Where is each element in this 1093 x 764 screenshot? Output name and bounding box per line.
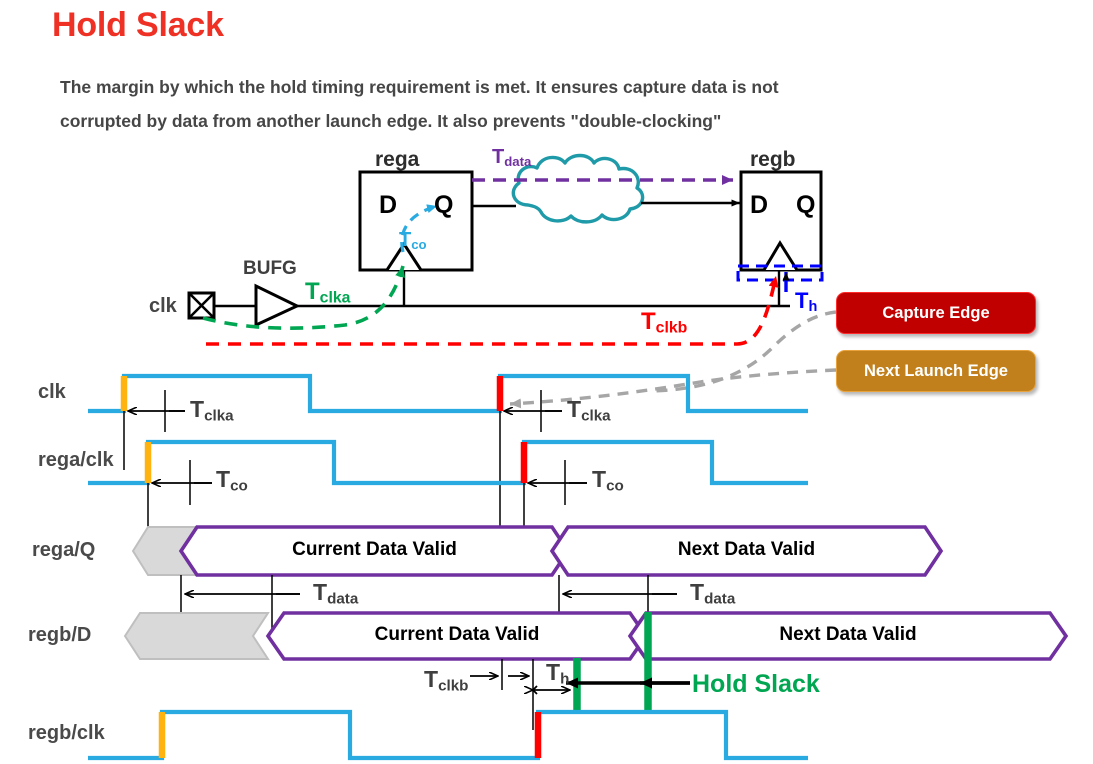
waveform-regb-clk [88,709,808,761]
circuit-tclka-label: Tclka [305,278,350,307]
circuit-tdata-label: Tdata [492,146,531,169]
regb-label: regb [750,148,796,171]
regb-d-next-label: Next Data Valid [779,624,917,645]
rega-d-pin-label: D [379,191,398,219]
wtclkb-base: T [424,666,439,692]
hold-slack-label: Hold Slack [692,670,820,698]
bufg-buffer-icon [254,283,301,328]
rega-q-pin-label: Q [434,191,454,219]
tclka2-sub: clka [581,407,611,425]
tco1-sub: co [230,477,248,495]
regb-d-pin-label: D [750,191,769,219]
tdata2-base: T [690,579,705,605]
th-base: T [795,288,809,313]
row-label-regb-clk: regb/clk [28,722,105,744]
circuit-tclkb-label: Tclkb [641,308,687,337]
tco-sub: co [411,236,427,252]
tdata-base: T [492,146,505,168]
row-label-regb-d: regb/D [28,624,92,646]
tdata2-sub: data [704,590,736,608]
wave-tclkb-label: Tclkb [424,666,468,694]
regb-d-unknown-hex [123,612,270,660]
tclka-path [202,265,405,330]
wtclkb-sub: clkb [438,677,469,695]
logic-cloud-icon [511,153,645,224]
dim-tclkb [470,659,534,730]
regb-d-current-label: Current Data Valid [374,624,540,645]
circuit-tco-label: Tco [399,229,427,252]
waveform-rega-clk [88,439,808,486]
tclkb-base: T [641,308,656,335]
rega-label: rega [375,148,420,171]
regb-q-pin-label: Q [796,191,816,219]
wave-tco-1-label: Tco [216,466,248,494]
row-label-clk: clk [38,381,66,403]
next-launch-edge-badge[interactable]: Next Launch Edge [836,350,1036,392]
slide-root: Hold Slack The margin by which the hold … [0,0,1093,764]
wave-th-label: Th [546,659,569,687]
tdata1-sub: data [327,590,359,608]
rega-flipflop [358,170,474,272]
tclka1-base: T [190,396,205,422]
wave-tco-2-label: Tco [592,466,624,494]
capture-edge-badge[interactable]: Capture Edge [836,292,1036,334]
bufg-label: BUFG [243,258,297,279]
clk-input-port [187,291,216,320]
rega-q-current-label: Current Data Valid [292,539,457,560]
tco1-base: T [216,466,231,492]
tclka-sub: clka [319,289,351,307]
tdata-sub: data [504,153,532,169]
wave-tdata-2-label: Tdata [690,579,735,607]
tclka1-sub: clka [204,407,234,425]
clk-port-label: clk [149,295,177,317]
tclkb-sub: clkb [655,319,688,337]
rega-q-next-label: Next Data Valid [677,539,816,560]
wth-sub: h [560,670,570,688]
clock-net-wire [214,266,790,308]
th-sub: h [808,299,818,316]
tclka-base: T [305,278,320,305]
wave-tclka-2-label: Tclka [567,396,611,424]
tdata1-base: T [313,579,328,605]
row-label-rega-q: rega/Q [32,539,96,561]
tco-base: T [399,229,412,251]
row-label-rega-clk: rega/clk [38,449,114,471]
wave-tdata-1-label: Tdata [313,579,358,607]
tclka2-base: T [567,396,582,422]
tco2-base: T [592,466,607,492]
regb-flipflop [739,170,823,272]
circuit-th-label: Th [795,288,817,315]
wth-base: T [546,659,561,685]
dim-tclka-1 [123,390,185,470]
wave-tclka-1-label: Tclka [190,396,234,424]
tco2-sub: co [606,477,624,495]
